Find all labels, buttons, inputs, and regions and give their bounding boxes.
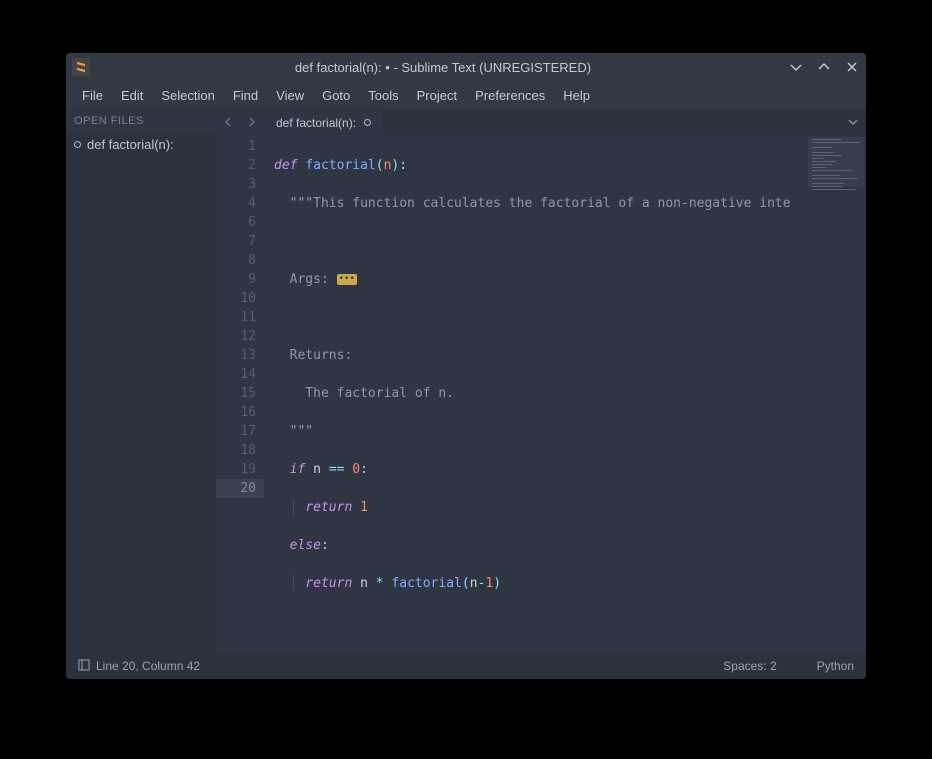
editor-area[interactable]: 123467891011121314151617181920 def facto…	[216, 135, 866, 653]
panel-switcher-icon[interactable]	[78, 659, 90, 674]
maximize-button[interactable]	[816, 59, 832, 75]
menubar: File Edit Selection Find View Goto Tools…	[66, 81, 866, 109]
window-title: def factorial(n): • - Sublime Text (UNRE…	[98, 60, 788, 75]
open-file-item[interactable]: def factorial(n):	[66, 133, 216, 156]
statusbar: Line 20, Column 42 Spaces: 2 Python	[66, 653, 866, 679]
close-button[interactable]	[844, 59, 860, 75]
dirty-indicator-icon	[74, 141, 81, 148]
tab-active[interactable]: def factorial(n):	[264, 109, 383, 135]
menu-tools[interactable]: Tools	[360, 84, 406, 107]
tab-history-forward[interactable]	[240, 109, 264, 135]
status-indentation[interactable]: Spaces: 2	[723, 659, 776, 673]
gutter[interactable]: 123467891011121314151617181920	[216, 135, 264, 653]
menu-preferences[interactable]: Preferences	[467, 84, 553, 107]
menu-find[interactable]: Find	[225, 84, 266, 107]
minimize-button[interactable]	[788, 59, 804, 75]
open-file-label: def factorial(n):	[87, 137, 174, 152]
tab-history-back[interactable]	[216, 109, 240, 135]
minimap[interactable]	[806, 135, 866, 653]
open-files-header: OPEN FILES	[66, 109, 216, 133]
menu-view[interactable]: View	[268, 84, 312, 107]
menu-help[interactable]: Help	[555, 84, 598, 107]
menu-file[interactable]: File	[74, 84, 111, 107]
tabbar: def factorial(n):	[216, 109, 866, 135]
menu-selection[interactable]: Selection	[153, 84, 222, 107]
main-body: OPEN FILES def factorial(n): def factori…	[66, 109, 866, 653]
tab-label: def factorial(n):	[276, 116, 356, 130]
tab-dropdown[interactable]	[840, 109, 866, 135]
code-content[interactable]: def factorial(n): """This function calcu…	[264, 135, 806, 653]
menu-goto[interactable]: Goto	[314, 84, 358, 107]
status-position[interactable]: Line 20, Column 42	[96, 659, 200, 673]
minimap-viewport[interactable]	[808, 137, 864, 187]
fold-marker-icon[interactable]: •••	[337, 274, 357, 285]
editor-column: def factorial(n): 1234678910111213141516…	[216, 109, 866, 653]
sidebar: OPEN FILES def factorial(n):	[66, 109, 216, 653]
tab-dirty-icon	[364, 119, 371, 126]
titlebar: def factorial(n): • - Sublime Text (UNRE…	[66, 53, 866, 81]
window-controls	[788, 59, 860, 75]
menu-project[interactable]: Project	[409, 84, 465, 107]
menu-edit[interactable]: Edit	[113, 84, 151, 107]
status-syntax[interactable]: Python	[817, 659, 854, 673]
app-window: def factorial(n): • - Sublime Text (UNRE…	[66, 53, 866, 679]
app-icon	[72, 58, 90, 76]
